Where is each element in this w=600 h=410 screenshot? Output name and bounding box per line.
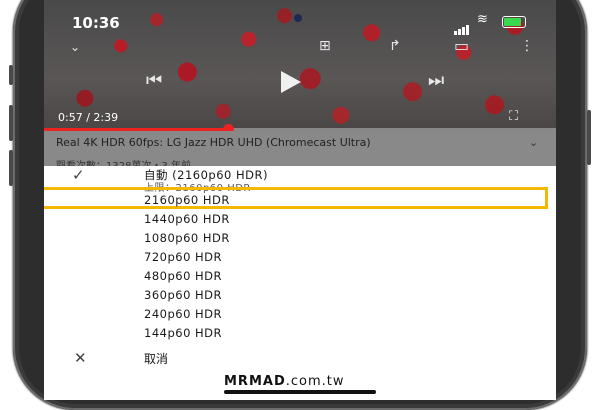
- highlight-box: [44, 187, 548, 209]
- mute-switch: [9, 65, 13, 85]
- cancel-button[interactable]: 取消: [144, 350, 168, 367]
- wifi-icon: ≋: [477, 12, 488, 27]
- watermark-brand: MRMAD: [224, 374, 286, 389]
- fullscreen-icon[interactable]: ⛶: [509, 109, 518, 124]
- close-icon[interactable]: ✕: [74, 349, 87, 367]
- quality-option-2160p60[interactable]: 2160p60 HDR: [144, 193, 230, 207]
- expand-chevron-icon[interactable]: ⌄: [529, 136, 538, 149]
- quality-option-360p60[interactable]: 360p60 HDR: [144, 288, 222, 302]
- video-info: Real 4K HDR 60fps: LG Jazz HDR UHD (Chro…: [44, 131, 556, 172]
- quality-option-144p60[interactable]: 144p60 HDR: [144, 326, 222, 340]
- quality-menu: ✓ 自動 (2160p60 HDR) 上限：2160p60 HDR 2160p6…: [44, 166, 556, 400]
- video-timecode: 0:57 / 2:39: [58, 111, 119, 124]
- checkmark-icon: ✓: [72, 166, 85, 184]
- quality-option-720p60[interactable]: 720p60 HDR: [144, 250, 222, 264]
- video-player[interactable]: 10:36 ≋ ⌄ ⊞ ↱ ▭ ⋮ ⏮ ⏭ 0:57 / 2:39 ⛶: [44, 0, 556, 135]
- quality-option-480p60[interactable]: 480p60 HDR: [144, 269, 222, 283]
- more-options-icon[interactable]: ⋮: [520, 38, 534, 54]
- quality-option-1440p60[interactable]: 1440p60 HDR: [144, 212, 230, 226]
- watermark: MRMAD.com.tw: [224, 374, 345, 389]
- share-icon[interactable]: ↱: [389, 38, 401, 54]
- quality-option-240p60[interactable]: 240p60 HDR: [144, 307, 222, 321]
- volume-down-button: [9, 150, 13, 186]
- battery-icon: [502, 16, 526, 28]
- watermark-domain: .com.tw: [285, 374, 345, 389]
- volume-up-button: [9, 105, 13, 141]
- quality-option-1080p60[interactable]: 1080p60 HDR: [144, 231, 230, 245]
- home-indicator[interactable]: [224, 390, 376, 394]
- power-button: [587, 110, 591, 165]
- minimize-chevron-icon[interactable]: ⌄: [70, 40, 80, 54]
- next-icon[interactable]: ⏭: [428, 70, 444, 91]
- previous-icon[interactable]: ⏮: [146, 70, 162, 91]
- front-camera: [294, 14, 302, 22]
- phone-screen: 10:36 ≋ ⌄ ⊞ ↱ ▭ ⋮ ⏮ ⏭ 0:57 / 2:39 ⛶ Real…: [44, 0, 556, 400]
- signal-icon: [454, 16, 470, 35]
- video-title: Real 4K HDR 60fps: LG Jazz HDR UHD (Chro…: [56, 136, 371, 149]
- status-time: 10:36: [72, 14, 120, 32]
- play-icon[interactable]: [281, 71, 301, 93]
- status-bar: 10:36 ≋: [44, 0, 556, 40]
- add-to-playlist-icon[interactable]: ⊞: [319, 38, 331, 54]
- cast-icon[interactable]: ▭: [454, 36, 469, 55]
